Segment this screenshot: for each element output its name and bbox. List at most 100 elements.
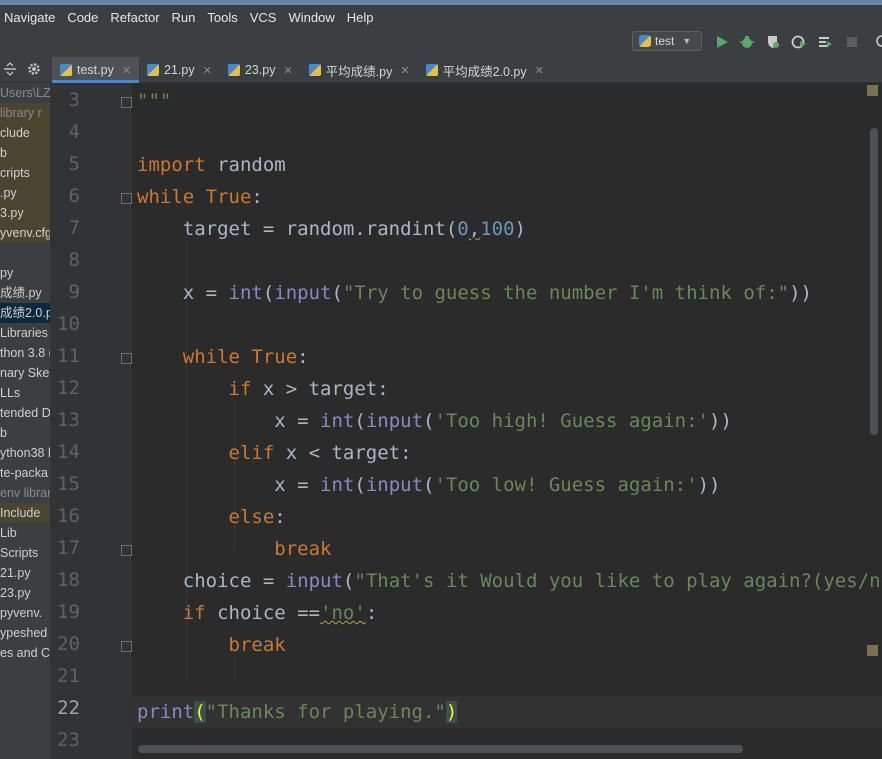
- tree-item[interactable]: pyvenv.: [0, 603, 50, 623]
- tree-item[interactable]: 成绩.py: [0, 283, 50, 303]
- line-number: 17: [57, 537, 80, 559]
- line-number: 9: [68, 281, 80, 303]
- code-line-22: print("Thanks for playing."): [137, 701, 458, 723]
- python-file-icon: [639, 35, 651, 47]
- tree-item[interactable]: ython38 l: [0, 443, 50, 463]
- tab-test-py[interactable]: test.py ✕: [52, 57, 140, 83]
- code-line-11: while True:: [182, 346, 309, 368]
- run-configuration-select[interactable]: test ▼: [632, 31, 702, 51]
- tree-item[interactable]: LLs: [0, 383, 50, 403]
- close-icon[interactable]: ✕: [400, 64, 409, 77]
- code-line-5: import random: [137, 154, 286, 176]
- menu-run[interactable]: Run: [170, 10, 198, 25]
- code-line-16: else:: [228, 506, 286, 528]
- tree-item[interactable]: library r: [0, 103, 50, 123]
- line-number-gutter: 3 4 5 6 7 8 9 10 11 12 13 14 15 16 17 18…: [50, 83, 132, 759]
- line-number: 21: [57, 665, 80, 687]
- line-number: 10: [57, 313, 80, 335]
- close-icon[interactable]: ✕: [283, 64, 292, 77]
- coverage-icon[interactable]: [764, 33, 782, 51]
- tree-item[interactable]: py: [0, 263, 50, 283]
- close-icon[interactable]: ✕: [122, 64, 131, 77]
- tree-item[interactable]: Users\LZ: [0, 83, 50, 103]
- settings-icon[interactable]: [26, 62, 42, 79]
- profile-icon[interactable]: [790, 33, 808, 51]
- concurrency-icon[interactable]: [816, 33, 834, 51]
- warning-marker-icon[interactable]: [867, 85, 878, 96]
- tree-item[interactable]: es and Co: [0, 643, 50, 663]
- tree-item[interactable]: 3.py: [0, 203, 50, 223]
- menu-bar: Navigate Code Refactor Run Tools VCS Win…: [0, 5, 882, 29]
- tree-item[interactable]: 21.py: [0, 563, 50, 583]
- tree-item[interactable]: 23.py: [0, 583, 50, 603]
- line-number: 20: [57, 633, 80, 655]
- tab-label: 平均成绩2.0.py: [442, 64, 527, 79]
- code-editor[interactable]: """ import random while True: target = r…: [130, 83, 882, 759]
- tree-item[interactable]: [0, 243, 50, 263]
- python-file-icon: [60, 64, 72, 76]
- stop-icon[interactable]: [843, 33, 861, 51]
- search-icon[interactable]: [870, 33, 882, 51]
- tree-item[interactable]: thon 3.8 (: [0, 343, 50, 363]
- tree-item[interactable]: nary Ske: [0, 363, 50, 383]
- tree-item[interactable]: clude: [0, 123, 50, 143]
- line-number: 7: [68, 217, 80, 239]
- line-number-current: 22: [57, 697, 80, 719]
- run-icon[interactable]: [713, 33, 731, 51]
- close-icon[interactable]: ✕: [535, 64, 544, 77]
- python-file-icon: [308, 64, 321, 76]
- warning-marker-icon[interactable]: [867, 645, 878, 656]
- editor-tabs-bar: test.py ✕ 21.py ✕ 23.py ✕ 平均成绩.py ✕ 平均成绩…: [0, 57, 882, 83]
- collapse-icon[interactable]: [2, 61, 18, 79]
- tree-item[interactable]: Lib: [0, 523, 50, 543]
- tab-23-py[interactable]: 23.py ✕: [220, 57, 301, 83]
- line-number: 6: [68, 185, 80, 207]
- line-number: 8: [68, 249, 80, 271]
- chevron-down-icon: ▼: [682, 36, 692, 46]
- menu-vcs[interactable]: VCS: [248, 10, 279, 25]
- horizontal-scrollbar[interactable]: [138, 745, 743, 753]
- tree-item[interactable]: te-packa: [0, 463, 50, 483]
- vertical-scrollbar[interactable]: [870, 128, 878, 435]
- menu-tools[interactable]: Tools: [205, 10, 239, 25]
- python-file-icon: [425, 64, 438, 76]
- code-line-7: target = random.randint(0,100): [137, 218, 526, 240]
- menu-refactor[interactable]: Refactor: [108, 10, 161, 25]
- tree-item[interactable]: Libraries: [0, 323, 50, 343]
- line-number: 5: [68, 153, 80, 175]
- tree-item[interactable]: b: [0, 423, 50, 443]
- code-line-9: x = int(input("Try to guess the number I…: [137, 282, 812, 304]
- tree-item[interactable]: cripts: [0, 163, 50, 183]
- tree-item[interactable]: env librar: [0, 483, 50, 503]
- code-line-6: while True:: [137, 186, 263, 208]
- tree-item[interactable]: ypeshed: [0, 623, 50, 643]
- project-tree: Users\LZ library r clude b cripts .py 3.…: [0, 83, 50, 759]
- tree-item[interactable]: Scripts: [0, 543, 50, 563]
- code-line-14: elif x < target:: [228, 442, 412, 464]
- tree-item[interactable]: tended D: [0, 403, 50, 423]
- menu-window[interactable]: Window: [286, 10, 336, 25]
- menu-code[interactable]: Code: [65, 10, 100, 25]
- menu-help[interactable]: Help: [345, 10, 376, 25]
- menu-navigate[interactable]: Navigate: [2, 10, 57, 25]
- tree-item[interactable]: b: [0, 143, 50, 163]
- tree-item[interactable]: .py: [0, 183, 50, 203]
- tab-average-score-2-0-py[interactable]: 平均成绩2.0.py ✕: [418, 57, 552, 83]
- close-icon[interactable]: ✕: [203, 64, 212, 77]
- tab-average-score-py[interactable]: 平均成绩.py ✕: [301, 57, 418, 83]
- tab-label: 平均成绩.py: [325, 64, 393, 79]
- line-number: 11: [57, 345, 80, 367]
- line-number: 18: [57, 569, 80, 591]
- tab-21-py[interactable]: 21.py ✕: [139, 57, 220, 83]
- code-line-3: """: [137, 90, 172, 112]
- debug-icon[interactable]: [738, 33, 756, 51]
- tab-label: 21.py: [164, 63, 195, 77]
- tree-item[interactable]: yvenv.cfg: [0, 223, 50, 243]
- code-line-13: x = int(input('Too high! Guess again:')): [137, 410, 732, 432]
- project-panel-tools: [0, 57, 52, 83]
- tree-item[interactable]: Include: [0, 503, 50, 523]
- line-number: 13: [57, 409, 80, 431]
- tree-item-selected[interactable]: 成绩2.0.py: [0, 303, 50, 323]
- code-line-17: break: [274, 538, 332, 560]
- code-line-19: if choice =='no':: [182, 602, 378, 624]
